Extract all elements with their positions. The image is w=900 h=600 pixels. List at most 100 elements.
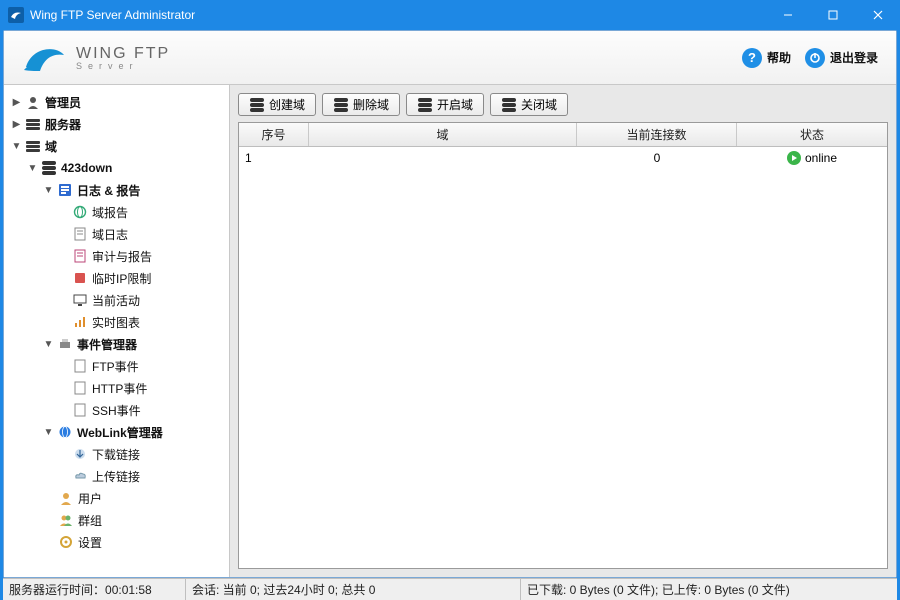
tree-label: 域报告 bbox=[92, 204, 128, 221]
close-button[interactable] bbox=[855, 0, 900, 30]
stop-domain-button[interactable]: 关闭域 bbox=[490, 93, 568, 116]
window-titlebar: Wing FTP Server Administrator bbox=[0, 0, 900, 30]
tree-domain-log[interactable]: 域日志 bbox=[6, 223, 227, 245]
brand-sub: Server bbox=[76, 61, 170, 71]
app-icon bbox=[8, 7, 24, 23]
tree-users[interactable]: 用户 bbox=[6, 487, 227, 509]
help-icon: ? bbox=[742, 48, 762, 68]
tree-logs-section[interactable]: ▼ 日志 & 报告 bbox=[6, 179, 227, 201]
table-row[interactable]: 1 0 online bbox=[239, 147, 887, 169]
minimize-button[interactable] bbox=[765, 0, 810, 30]
tree-label: WebLink管理器 bbox=[77, 424, 163, 441]
play-icon bbox=[787, 151, 801, 165]
cell-status: online bbox=[737, 151, 887, 165]
monitor-icon bbox=[72, 292, 88, 308]
stack-icon bbox=[333, 97, 349, 113]
tree-temp-ip-limit[interactable]: 临时IP限制 bbox=[6, 267, 227, 289]
btn-label: 开启域 bbox=[437, 96, 473, 113]
tree-label: HTTP事件 bbox=[92, 380, 147, 397]
status-text: online bbox=[805, 151, 837, 165]
page-icon bbox=[72, 380, 88, 396]
chevron-down-icon: ▼ bbox=[42, 338, 55, 351]
group-icon bbox=[58, 512, 74, 528]
col-domain[interactable]: 域 bbox=[309, 123, 577, 146]
tree-label: 设置 bbox=[78, 534, 102, 551]
chevron-down-icon: ▼ bbox=[10, 140, 23, 153]
status-transfer: 已下载: 0 Bytes (0 文件); 已上传: 0 Bytes (0 文件) bbox=[521, 579, 897, 600]
tree-settings[interactable]: 设置 bbox=[6, 531, 227, 553]
chevron-down-icon: ▼ bbox=[42, 426, 55, 439]
tree-admin[interactable]: ▶ 管理员 bbox=[6, 91, 227, 113]
admin-icon bbox=[25, 94, 41, 110]
stack-icon bbox=[501, 97, 517, 113]
tree-label: SSH事件 bbox=[92, 402, 141, 419]
tree-audit-report[interactable]: 审计与报告 bbox=[6, 245, 227, 267]
main-panel: 创建域 删除域 开启域 关闭域 序号 域 当前连接数 状态 bbox=[230, 85, 896, 577]
upload-icon bbox=[72, 468, 88, 484]
uptime-value: 00:01:58 bbox=[105, 583, 152, 597]
tree-domain-423down[interactable]: ▼ 423down bbox=[6, 157, 227, 179]
nav-tree[interactable]: ▶ 管理员 ▶ 服务器 ▼ 域 ▼ 423down ▼ 日志 & 报告 域报告 bbox=[4, 85, 230, 577]
tree-upload-links[interactable]: 上传链接 bbox=[6, 465, 227, 487]
tree-http-events[interactable]: HTTP事件 bbox=[6, 377, 227, 399]
chevron-down-icon: ▼ bbox=[42, 184, 55, 197]
power-icon bbox=[805, 48, 825, 68]
tree-ssh-events[interactable]: SSH事件 bbox=[6, 399, 227, 421]
disks-icon bbox=[41, 160, 57, 176]
start-domain-button[interactable]: 开启域 bbox=[406, 93, 484, 116]
tree-label: 管理员 bbox=[45, 94, 81, 111]
tree-domain-report[interactable]: 域报告 bbox=[6, 201, 227, 223]
stack-icon bbox=[249, 97, 265, 113]
tree-label: 域日志 bbox=[92, 226, 128, 243]
download-icon bbox=[72, 446, 88, 462]
domain-icon bbox=[25, 138, 41, 154]
tree-current-activity[interactable]: 当前活动 bbox=[6, 289, 227, 311]
gear-icon bbox=[58, 534, 74, 550]
maximize-button[interactable] bbox=[810, 0, 855, 30]
status-bar: 服务器运行时间： 00:01:58 会话: 当前 0; 过去24小时 0; 总共… bbox=[3, 578, 897, 600]
domain-grid: 序号 域 当前连接数 状态 1 0 online bbox=[238, 122, 888, 569]
logout-button[interactable]: 退出登录 bbox=[805, 48, 878, 68]
tree-label: 临时IP限制 bbox=[92, 270, 151, 287]
tree-groups[interactable]: 群组 bbox=[6, 509, 227, 531]
doc-icon bbox=[72, 248, 88, 264]
tree-event-manager[interactable]: ▼ 事件管理器 bbox=[6, 333, 227, 355]
tree-label: 下载链接 bbox=[92, 446, 140, 463]
tree-label: 事件管理器 bbox=[77, 336, 137, 353]
tree-weblink-manager[interactable]: ▼ WebLink管理器 bbox=[6, 421, 227, 443]
window-title: Wing FTP Server Administrator bbox=[30, 8, 765, 22]
user-icon bbox=[58, 490, 74, 506]
chevron-right-icon: ▶ bbox=[10, 96, 23, 109]
create-domain-button[interactable]: 创建域 bbox=[238, 93, 316, 116]
btn-label: 关闭域 bbox=[521, 96, 557, 113]
col-connections[interactable]: 当前连接数 bbox=[577, 123, 737, 146]
printer-icon bbox=[57, 336, 73, 352]
tree-realtime-chart[interactable]: 实时图表 bbox=[6, 311, 227, 333]
delete-domain-button[interactable]: 删除域 bbox=[322, 93, 400, 116]
help-label: 帮助 bbox=[767, 49, 791, 66]
app-header: WING FTP Server ? 帮助 退出登录 bbox=[4, 31, 896, 85]
server-icon bbox=[25, 116, 41, 132]
btn-label: 删除域 bbox=[353, 96, 389, 113]
col-status[interactable]: 状态 bbox=[737, 123, 887, 146]
tree-label: 用户 bbox=[78, 490, 102, 507]
cell-index: 1 bbox=[239, 151, 309, 165]
tree-servers[interactable]: ▶ 服务器 bbox=[6, 113, 227, 135]
tree-download-links[interactable]: 下载链接 bbox=[6, 443, 227, 465]
grid-header: 序号 域 当前连接数 状态 bbox=[239, 123, 887, 147]
col-index[interactable]: 序号 bbox=[239, 123, 309, 146]
domain-toolbar: 创建域 删除域 开启域 关闭域 bbox=[238, 93, 888, 116]
tree-label: 上传链接 bbox=[92, 468, 140, 485]
tree-label: 群组 bbox=[78, 512, 102, 529]
page-icon bbox=[72, 358, 88, 374]
page-icon bbox=[72, 226, 88, 242]
tree-label: 日志 & 报告 bbox=[77, 182, 140, 199]
tree-label: 域 bbox=[45, 138, 57, 155]
tree-label: 服务器 bbox=[45, 116, 81, 133]
help-button[interactable]: ? 帮助 bbox=[742, 48, 791, 68]
log-icon bbox=[57, 182, 73, 198]
tree-ftp-events[interactable]: FTP事件 bbox=[6, 355, 227, 377]
tree-label: 当前活动 bbox=[92, 292, 140, 309]
status-uptime: 服务器运行时间： 00:01:58 bbox=[3, 579, 186, 600]
tree-domains[interactable]: ▼ 域 bbox=[6, 135, 227, 157]
